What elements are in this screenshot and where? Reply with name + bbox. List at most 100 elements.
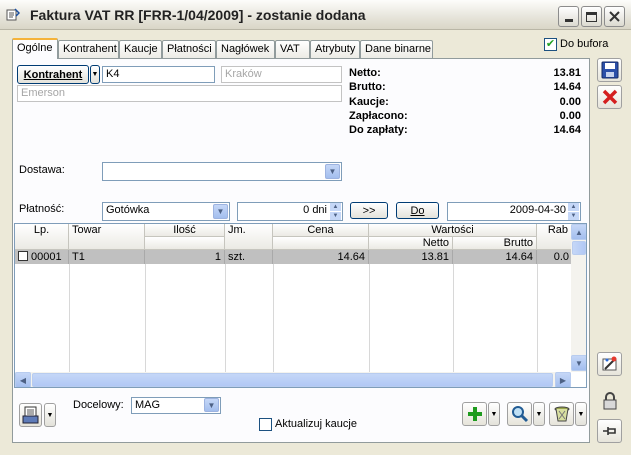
maximize-button[interactable] xyxy=(581,6,602,27)
summary-label-do-zaplaty: Do zapłaty: xyxy=(349,124,408,136)
cell-lp-value: 00001 xyxy=(31,251,62,263)
tab-dane-binarne[interactable]: Dane binarne xyxy=(360,40,433,58)
lock-button[interactable] xyxy=(597,389,622,413)
do-bufora-checkbox[interactable]: ✔ xyxy=(544,38,557,51)
minimize-button[interactable] xyxy=(558,6,579,27)
add-item-dropdown-button[interactable]: ▼ xyxy=(488,402,500,426)
column-header-label: Towar xyxy=(72,224,102,236)
search-item-dropdown-button[interactable]: ▼ xyxy=(533,402,545,426)
tab-vat[interactable]: VAT xyxy=(275,40,310,58)
column-header-cena-sub xyxy=(273,237,369,250)
payment-days-input[interactable]: 0 dni ▲ ▼ xyxy=(237,202,343,221)
scroll-right-icon[interactable]: ▶ xyxy=(555,372,571,387)
chevron-down-icon: ▼ xyxy=(204,398,219,412)
column-header-brutto[interactable]: Brutto xyxy=(453,237,537,250)
maximize-icon xyxy=(586,11,597,22)
chevron-down-icon: ▼ xyxy=(91,71,99,78)
column-header-label: Cena xyxy=(307,224,334,236)
padlock-icon xyxy=(603,392,616,410)
kontrahent-dropdown-button[interactable]: ▼ xyxy=(90,65,100,84)
tab-atrybuty[interactable]: Atrybuty xyxy=(310,40,360,58)
spinner-up-icon: ▲ xyxy=(330,203,341,211)
aktualizuj-kaucje-label: Aktualizuj kaucje xyxy=(275,418,357,430)
tab-naglowek[interactable]: Nagłówek xyxy=(216,40,275,58)
search-item-button[interactable] xyxy=(507,402,532,426)
delete-item-dropdown-button[interactable]: ▼ xyxy=(575,402,587,426)
payment-arrow-label: >> xyxy=(362,204,376,217)
scroll-up-icon[interactable]: ▲ xyxy=(571,224,586,240)
tab-platnosci[interactable]: Płatności xyxy=(162,40,216,58)
print-button[interactable] xyxy=(19,403,42,427)
column-header-wartosci[interactable]: Wartości xyxy=(369,224,537,237)
column-header-ilosc-sub xyxy=(145,237,225,250)
chevron-down-icon: ▼ xyxy=(490,410,498,418)
column-header-ilosc[interactable]: Ilość xyxy=(145,224,225,237)
days-spinner[interactable]: ▲ ▼ xyxy=(330,203,341,220)
summary-label-kaucje: Kaucje: xyxy=(349,96,389,108)
checkmark-icon: ✔ xyxy=(545,38,556,50)
payment-method-value: Gotówka xyxy=(106,204,150,216)
close-button[interactable] xyxy=(604,6,625,27)
title-bar: Faktura VAT RR [FRR-1/04/2009] - zostani… xyxy=(0,0,631,30)
scroll-left-icon[interactable]: ◀ xyxy=(15,372,31,387)
column-header-rabat[interactable]: Rab xyxy=(537,224,572,250)
tab-ogolne[interactable]: Ogólne xyxy=(12,38,58,59)
column-header-jm[interactable]: Jm. xyxy=(225,224,273,250)
tab-kontrahent[interactable]: Kontrahent xyxy=(58,40,119,58)
cell-cena: 14.64 xyxy=(273,250,369,264)
search-icon xyxy=(511,406,528,423)
horizontal-scroll-thumb[interactable] xyxy=(32,373,553,387)
cancel-button[interactable] xyxy=(597,85,622,109)
app-icon xyxy=(6,8,20,21)
do-bufora-label: Do bufora xyxy=(560,38,609,50)
contractor-name-field: Emerson xyxy=(17,85,342,102)
delete-item-button[interactable] xyxy=(549,402,574,426)
tab-label: Kaucje xyxy=(124,43,158,55)
column-header-lp[interactable]: Lp. xyxy=(15,224,69,250)
column-header-label: Lp. xyxy=(33,224,50,236)
aktualizuj-kaucje-checkbox[interactable] xyxy=(259,418,272,431)
chevron-down-icon: ▼ xyxy=(46,411,54,419)
trash-bin-icon xyxy=(554,406,569,422)
scroll-down-icon[interactable]: ▼ xyxy=(571,355,586,371)
vertical-scroll-thumb[interactable] xyxy=(572,241,586,255)
docelowy-select[interactable]: MAG ▼ xyxy=(131,397,221,414)
date-spinner[interactable]: ▲ ▼ xyxy=(568,203,579,220)
summary-value-netto: 13.81 xyxy=(553,67,581,79)
column-header-netto[interactable]: Netto xyxy=(369,237,453,250)
table-row[interactable]: 00001 T1 1 szt. 14.64 13.81 14.64 0.0 xyxy=(15,250,572,264)
column-header-cena[interactable]: Cena xyxy=(273,224,369,237)
summary-value-brutto: 14.64 xyxy=(553,81,581,93)
save-button[interactable] xyxy=(597,58,622,82)
pin-icon xyxy=(602,427,616,435)
print-dropdown-button[interactable]: ▼ xyxy=(44,403,56,427)
pin-button[interactable] xyxy=(597,419,622,443)
kontrahent-button[interactable]: Kontrahent xyxy=(17,65,89,84)
payment-date-value: 2009-04-30 xyxy=(509,204,566,216)
items-table[interactable]: Lp. Towar Ilość Jm. Cena Wartości Netto … xyxy=(14,223,587,388)
horizontal-scrollbar[interactable]: ◀ ▶ xyxy=(15,372,571,387)
add-item-button[interactable] xyxy=(462,402,487,426)
payment-date-input[interactable]: 2009-04-30 ▲ ▼ xyxy=(447,202,581,221)
column-header-label: Ilość xyxy=(173,224,196,236)
contractor-city-field: Kraków xyxy=(221,66,342,83)
contractor-code-input[interactable]: K4 xyxy=(102,66,215,83)
row-checkbox[interactable] xyxy=(18,251,28,261)
payment-method-select[interactable]: Gotówka ▼ xyxy=(102,202,230,221)
summary-value-kaucje: 0.00 xyxy=(559,96,581,108)
payment-do-label: Do xyxy=(410,204,425,217)
tab-kaucje[interactable]: Kaucje xyxy=(119,40,162,58)
dostawa-select[interactable]: ▼ xyxy=(102,162,342,181)
spinner-up-icon: ▲ xyxy=(568,203,579,211)
summary-label-zaplacono: Zapłacono: xyxy=(349,110,408,122)
minimize-icon xyxy=(564,19,573,22)
tab-label: Kontrahent xyxy=(63,43,117,55)
cell-jm: szt. xyxy=(225,250,273,264)
payment-arrow-button[interactable]: >> xyxy=(350,202,388,219)
payment-do-button[interactable]: Do xyxy=(396,202,439,219)
summary-value-do-zaplaty: 14.64 xyxy=(553,124,581,136)
wizard-button[interactable] xyxy=(597,352,622,376)
vertical-scrollbar[interactable]: ▲ ▼ xyxy=(571,224,586,372)
plus-icon xyxy=(467,407,482,421)
column-header-towar[interactable]: Towar xyxy=(69,224,145,250)
